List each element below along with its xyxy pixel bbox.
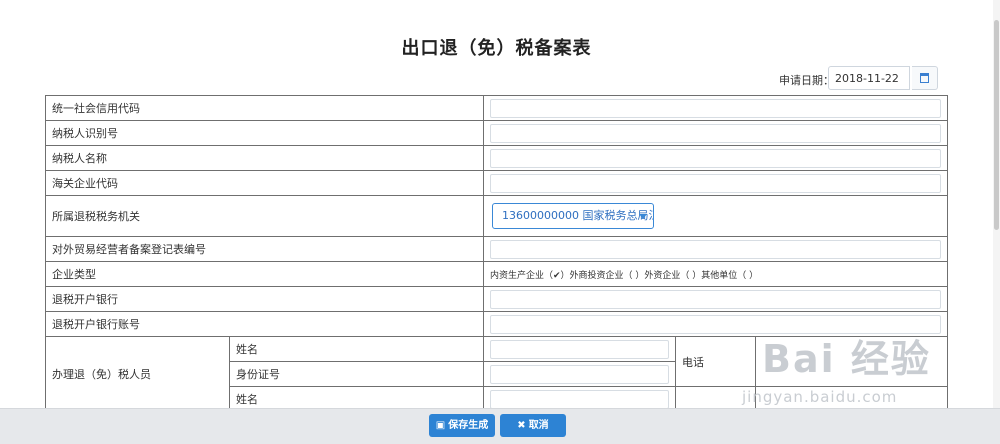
table-row: 企业类型 内资生产企业（✔）外商投资企业（ ）外资企业（ ）其他单位（ ） <box>45 261 948 287</box>
table-row: 海关企业代码 <box>45 170 948 196</box>
bank-name-input[interactable] <box>490 289 941 309</box>
phone-label: 电话 <box>675 336 756 387</box>
phone-cell[interactable] <box>755 336 948 387</box>
taxpayer-id-input[interactable] <box>490 123 941 143</box>
enterprise-type-options[interactable]: 内资生产企业（✔）外商投资企业（ ）外资企业（ ）其他单位（ ） <box>490 271 758 281</box>
row-label: 海关企业代码 <box>45 170 484 196</box>
agent-name-input-2[interactable] <box>490 389 669 409</box>
table-row: 办理退（免）税人员 姓名 电话 <box>45 336 948 412</box>
agent-name-input[interactable] <box>490 339 669 359</box>
row-label: 纳税人名称 <box>45 145 484 171</box>
cancel-button[interactable]: ✖ 取消 <box>500 414 566 437</box>
table-row: 纳税人名称 <box>45 145 948 171</box>
taxpayer-name-input[interactable] <box>490 148 941 168</box>
row-label: 纳税人识别号 <box>45 120 484 146</box>
table-row: 对外贸易经营者备案登记表编号 <box>45 236 948 262</box>
save-icon: ▣ <box>435 420 446 431</box>
filing-form-table: 统一社会信用代码 纳税人识别号 纳税人名称 海关企业代码 所属退税税务机关 13… <box>45 95 948 412</box>
trade-record-input[interactable] <box>490 239 941 259</box>
table-row: 退税开户银行 <box>45 286 948 312</box>
select-value: 13600000000 国家税务总局江 <box>502 209 654 222</box>
customs-code-input[interactable] <box>490 173 941 193</box>
table-row: 退税开户银行账号 <box>45 311 948 337</box>
row-label: 统一社会信用代码 <box>45 95 484 121</box>
row-label: 企业类型 <box>45 261 484 287</box>
row-label: 对外贸易经营者备案登记表编号 <box>45 236 484 262</box>
name-label: 姓名 <box>229 336 484 362</box>
save-button[interactable]: ▣ 保存生成 <box>429 414 495 437</box>
agent-label: 办理退（免）税人员 <box>45 336 230 412</box>
row-label: 退税开户银行 <box>45 286 484 312</box>
date-input[interactable]: 2018-11-22 <box>828 66 910 90</box>
scrollbar-thumb[interactable] <box>994 20 999 230</box>
save-button-label: 保存生成 <box>448 420 489 431</box>
id-label: 身份证号 <box>229 361 484 387</box>
tax-authority-select[interactable]: 13600000000 国家税务总局江 <box>492 203 654 229</box>
table-row: 所属退税税务机关 13600000000 国家税务总局江 <box>45 195 948 237</box>
credit-code-input[interactable] <box>490 98 941 118</box>
calendar-icon <box>920 73 929 83</box>
cancel-button-label: 取消 <box>528 420 549 431</box>
row-label: 所属退税税务机关 <box>45 195 484 237</box>
table-row: 统一社会信用代码 <box>45 95 948 121</box>
form-title: 出口退（免）税备案表 <box>401 38 592 59</box>
date-label: 申请日期： <box>779 74 834 87</box>
chevron-down-icon <box>639 214 647 219</box>
calendar-button[interactable] <box>912 66 938 90</box>
agent-id-input[interactable] <box>490 364 669 384</box>
table-row: 纳税人识别号 <box>45 120 948 146</box>
close-icon: ✖ <box>517 420 526 431</box>
row-label: 退税开户银行账号 <box>45 311 484 337</box>
bank-account-input[interactable] <box>490 314 941 334</box>
